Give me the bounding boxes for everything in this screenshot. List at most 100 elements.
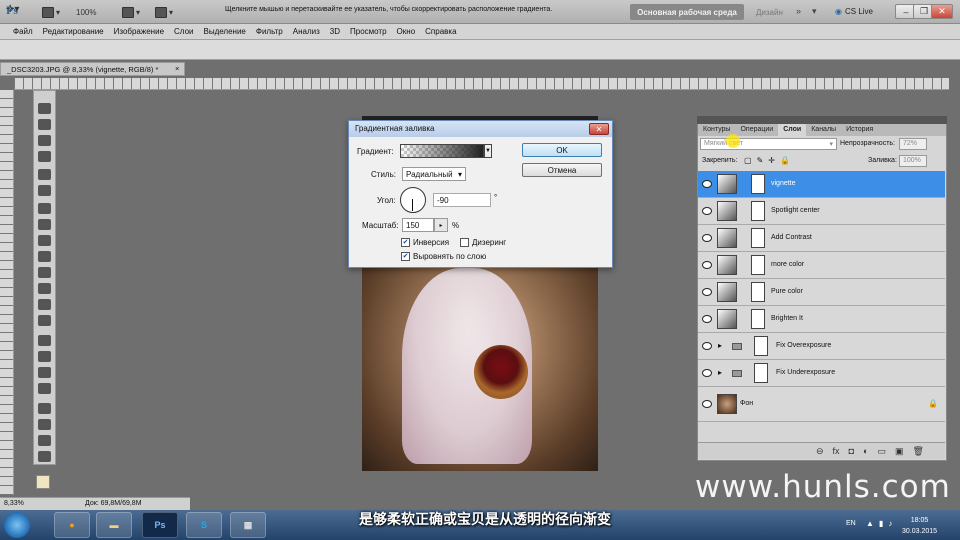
gradient-tool-icon[interactable] <box>38 283 51 294</box>
shape-tool-icon[interactable] <box>38 383 51 394</box>
delete-layer-icon[interactable]: 🗑 <box>912 446 923 457</box>
layer-group-row[interactable]: ▸ Fix Underexposure <box>698 360 945 387</box>
ok-button[interactable]: OK <box>522 143 602 157</box>
type-tool-icon[interactable] <box>38 351 51 362</box>
angle-input[interactable]: -90 <box>433 193 491 207</box>
eyedropper-tool-icon[interactable] <box>38 185 51 196</box>
marquee-tool-icon[interactable] <box>38 119 51 130</box>
start-button[interactable] <box>4 512 30 538</box>
calculator-taskbar-button[interactable]: ▦ <box>230 512 266 538</box>
view-extras-button[interactable]: ▾ <box>122 5 140 19</box>
network-icon[interactable]: ▮ <box>879 519 883 528</box>
layer-mask-thumbnail[interactable] <box>751 174 765 194</box>
visibility-eye-icon[interactable] <box>702 342 712 350</box>
hand-tool-icon[interactable] <box>38 435 51 446</box>
3d-rotate-tool-icon[interactable] <box>38 403 51 414</box>
layer-row[interactable]: Pure color <box>698 279 945 306</box>
visibility-eye-icon[interactable] <box>702 315 712 323</box>
layer-row-background[interactable]: Фон 🔒 <box>698 387 945 422</box>
layer-row[interactable]: Add Contrast <box>698 225 945 252</box>
document-tab[interactable]: _DSC3203.JPG @ 8,33% (vignette, RGB/8) *… <box>0 62 185 76</box>
panel-header[interactable] <box>697 116 947 124</box>
menu-file[interactable]: Файл <box>8 27 38 36</box>
firefox-taskbar-button[interactable]: ● <box>54 512 90 538</box>
new-layer-icon[interactable]: ▣ <box>895 446 904 457</box>
lock-transparency-icon[interactable]: ▢ <box>744 156 752 165</box>
lock-all-icon[interactable]: 🔒 <box>780 156 790 165</box>
layer-group-row[interactable]: ▸ Fix Overexposure <box>698 333 945 360</box>
layer-mask-thumbnail[interactable] <box>751 255 765 275</box>
menu-view[interactable]: Просмотр <box>345 27 392 36</box>
add-mask-icon[interactable]: ◘ <box>849 446 854 457</box>
layer-mask-thumbnail[interactable] <box>751 282 765 302</box>
link-layers-icon[interactable]: ⊖ <box>816 446 824 457</box>
zoom-value[interactable]: 8,33% <box>4 500 24 507</box>
blend-mode-select[interactable]: Мягкий свет ▾ <box>700 138 837 150</box>
reverse-checkbox[interactable]: ✔ <box>401 238 410 247</box>
tool-preset-picker[interactable]: ✛▾ <box>6 4 19 15</box>
move-tool-icon[interactable] <box>38 103 51 114</box>
layer-row[interactable]: vignette <box>698 171 945 198</box>
visibility-eye-icon[interactable] <box>702 180 712 188</box>
photoshop-taskbar-button[interactable]: Ps <box>142 512 178 538</box>
tab-history[interactable]: История <box>841 124 878 136</box>
workspace-menu-chevron-icon[interactable]: ▾ <box>812 6 817 17</box>
menu-window[interactable]: Окно <box>392 27 421 36</box>
tab-actions[interactable]: Операции <box>735 124 778 136</box>
layer-row[interactable]: Spotlight center <box>698 198 945 225</box>
expand-arrow-icon[interactable]: ▸ <box>718 368 722 377</box>
eraser-tool-icon[interactable] <box>38 267 51 278</box>
layer-mask-thumbnail[interactable] <box>751 309 765 329</box>
gradient-picker-button[interactable]: ▼ <box>484 144 492 158</box>
menu-select[interactable]: Выделение <box>198 27 250 36</box>
3d-orbit-tool-icon[interactable] <box>38 419 51 430</box>
layer-row[interactable]: more color <box>698 252 945 279</box>
gradient-preview[interactable] <box>400 144 484 158</box>
menu-edit[interactable]: Редактирование <box>38 27 109 36</box>
workspace-more-icon[interactable]: » <box>796 6 801 16</box>
scale-input[interactable]: 150 <box>402 218 434 232</box>
lock-pixels-icon[interactable]: ✎ <box>757 156 764 165</box>
dither-checkbox[interactable] <box>460 238 469 247</box>
bridge-button[interactable]: ▾ <box>42 5 60 19</box>
visibility-eye-icon[interactable] <box>702 261 712 269</box>
adjustment-layer-icon[interactable]: ◐ <box>863 446 868 457</box>
zoom-level[interactable]: 100% <box>76 5 96 19</box>
angle-dial[interactable] <box>400 187 426 213</box>
layer-mask-thumbnail[interactable] <box>754 336 768 356</box>
visibility-eye-icon[interactable] <box>702 207 712 215</box>
menu-help[interactable]: Справка <box>420 27 461 36</box>
skype-taskbar-button[interactable]: S <box>186 512 222 538</box>
language-indicator[interactable]: EN <box>846 520 856 527</box>
path-select-tool-icon[interactable] <box>38 367 51 378</box>
cs-live-button[interactable]: ◉ CS Live <box>835 7 873 16</box>
expand-arrow-icon[interactable]: ▸ <box>718 341 722 350</box>
close-icon[interactable]: × <box>175 64 179 73</box>
lock-position-icon[interactable]: ✛ <box>768 156 775 165</box>
explorer-taskbar-button[interactable]: ▬ <box>96 512 132 538</box>
visibility-eye-icon[interactable] <box>702 234 712 242</box>
reverse-option[interactable]: ✔ Инверсия <box>401 238 449 247</box>
foreground-color-swatch[interactable] <box>36 475 50 489</box>
volume-icon[interactable]: ♪ <box>888 519 892 528</box>
crop-tool-icon[interactable] <box>38 169 51 180</box>
clock[interactable]: 18:05 30.03.2015 <box>902 515 937 537</box>
menu-3d[interactable]: 3D <box>325 27 345 36</box>
quick-select-tool-icon[interactable] <box>38 151 51 162</box>
cancel-button[interactable]: Отмена <box>522 163 602 177</box>
menu-image[interactable]: Изображение <box>109 27 169 36</box>
menu-analysis[interactable]: Анализ <box>288 27 325 36</box>
style-select[interactable]: Радиальный ▾ <box>402 167 466 181</box>
visibility-eye-icon[interactable] <box>702 288 712 296</box>
close-app-button[interactable]: ✕ <box>931 4 953 19</box>
healing-brush-tool-icon[interactable] <box>38 203 51 214</box>
opacity-input[interactable]: 72% <box>899 138 927 150</box>
pen-tool-icon[interactable] <box>38 335 51 346</box>
history-brush-tool-icon[interactable] <box>38 251 51 262</box>
arrange-documents-button[interactable]: ▾ <box>155 5 173 19</box>
fill-input[interactable]: 100% <box>899 155 927 167</box>
layer-row[interactable]: Brighten It <box>698 306 945 333</box>
tab-channels[interactable]: Каналы <box>806 124 841 136</box>
lasso-tool-icon[interactable] <box>38 135 51 146</box>
dither-option[interactable]: Дизеринг <box>460 238 506 247</box>
